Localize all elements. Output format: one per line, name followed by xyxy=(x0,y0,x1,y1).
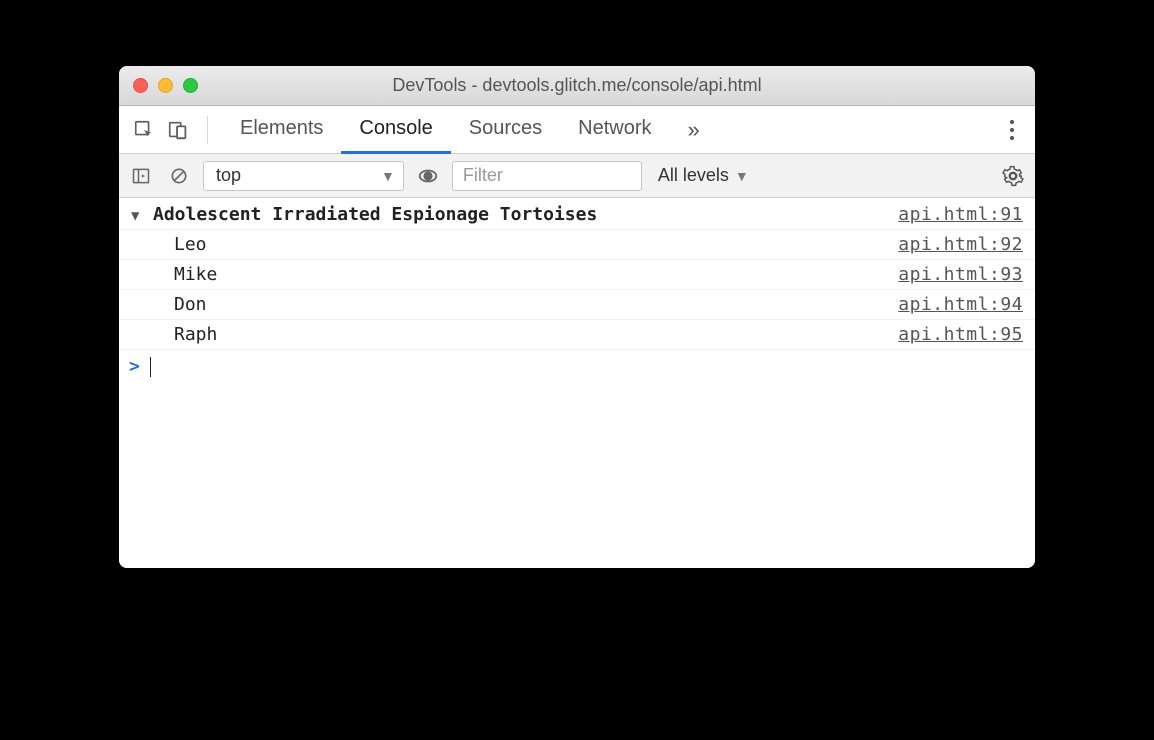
chevron-down-icon: ▼ xyxy=(381,168,395,184)
window-close-button[interactable] xyxy=(133,78,148,93)
titlebar: DevTools - devtools.glitch.me/console/ap… xyxy=(119,66,1035,106)
text-cursor xyxy=(150,357,152,377)
window-minimize-button[interactable] xyxy=(158,78,173,93)
tab-label: Console xyxy=(359,117,432,140)
tab-network[interactable]: Network xyxy=(560,106,669,154)
console-prompt[interactable]: > xyxy=(119,350,1035,383)
panel-tabs: Elements Console Sources Network xyxy=(222,106,670,154)
console-message: Raph api.html:95 xyxy=(119,320,1035,350)
divider xyxy=(207,116,208,144)
console-group-title: Adolescent Irradiated Espionage Tortoise… xyxy=(153,204,898,225)
settings-menu-icon[interactable] xyxy=(995,106,1029,154)
execution-context-label: top xyxy=(216,165,241,186)
disclosure-triangle-icon[interactable]: ▼ xyxy=(131,208,147,224)
source-link[interactable]: api.html:95 xyxy=(898,324,1023,345)
console-settings-icon[interactable] xyxy=(999,165,1027,187)
window-maximize-button[interactable] xyxy=(183,78,198,93)
window-title: DevTools - devtools.glitch.me/console/ap… xyxy=(119,75,1035,96)
console-toolbar: top ▼ All levels ▼ xyxy=(119,154,1035,198)
console-message-text: Raph xyxy=(174,324,898,345)
source-link[interactable]: api.html:91 xyxy=(898,204,1023,225)
execution-context-selector[interactable]: top ▼ xyxy=(203,161,404,191)
tab-sources[interactable]: Sources xyxy=(451,106,560,154)
console-message: Leo api.html:92 xyxy=(119,230,1035,260)
console-message-text: Mike xyxy=(174,264,898,285)
log-levels-label: All levels xyxy=(658,165,729,186)
inspect-element-icon[interactable] xyxy=(129,114,159,146)
clear-console-icon[interactable] xyxy=(165,162,193,190)
chevron-down-icon: ▼ xyxy=(735,168,749,184)
console-message-text: Leo xyxy=(174,234,898,255)
tab-label: Elements xyxy=(240,117,323,140)
devtools-window: DevTools - devtools.glitch.me/console/ap… xyxy=(119,66,1035,568)
console-message: Don api.html:94 xyxy=(119,290,1035,320)
source-link[interactable]: api.html:92 xyxy=(898,234,1023,255)
console-message: Mike api.html:93 xyxy=(119,260,1035,290)
tab-console[interactable]: Console xyxy=(341,106,450,154)
console-group-header: ▼ Adolescent Irradiated Espionage Tortoi… xyxy=(119,200,1035,230)
tab-label: Sources xyxy=(469,117,542,140)
console-output: ▼ Adolescent Irradiated Espionage Tortoi… xyxy=(119,198,1035,568)
window-controls xyxy=(119,78,198,93)
source-link[interactable]: api.html:93 xyxy=(898,264,1023,285)
log-levels-selector[interactable]: All levels ▼ xyxy=(652,165,755,186)
console-message-text: Don xyxy=(174,294,898,315)
source-link[interactable]: api.html:94 xyxy=(898,294,1023,315)
more-tabs-icon[interactable]: » xyxy=(674,106,714,154)
device-toolbar-icon[interactable] xyxy=(163,114,193,146)
devtools-tabbar: Elements Console Sources Network » xyxy=(119,106,1035,154)
show-console-sidebar-icon[interactable] xyxy=(127,162,155,190)
tab-elements[interactable]: Elements xyxy=(222,106,341,154)
tab-label: Network xyxy=(578,117,651,140)
prompt-marker-icon: > xyxy=(129,356,140,377)
filter-input[interactable] xyxy=(452,161,642,191)
live-expression-icon[interactable] xyxy=(414,162,442,190)
